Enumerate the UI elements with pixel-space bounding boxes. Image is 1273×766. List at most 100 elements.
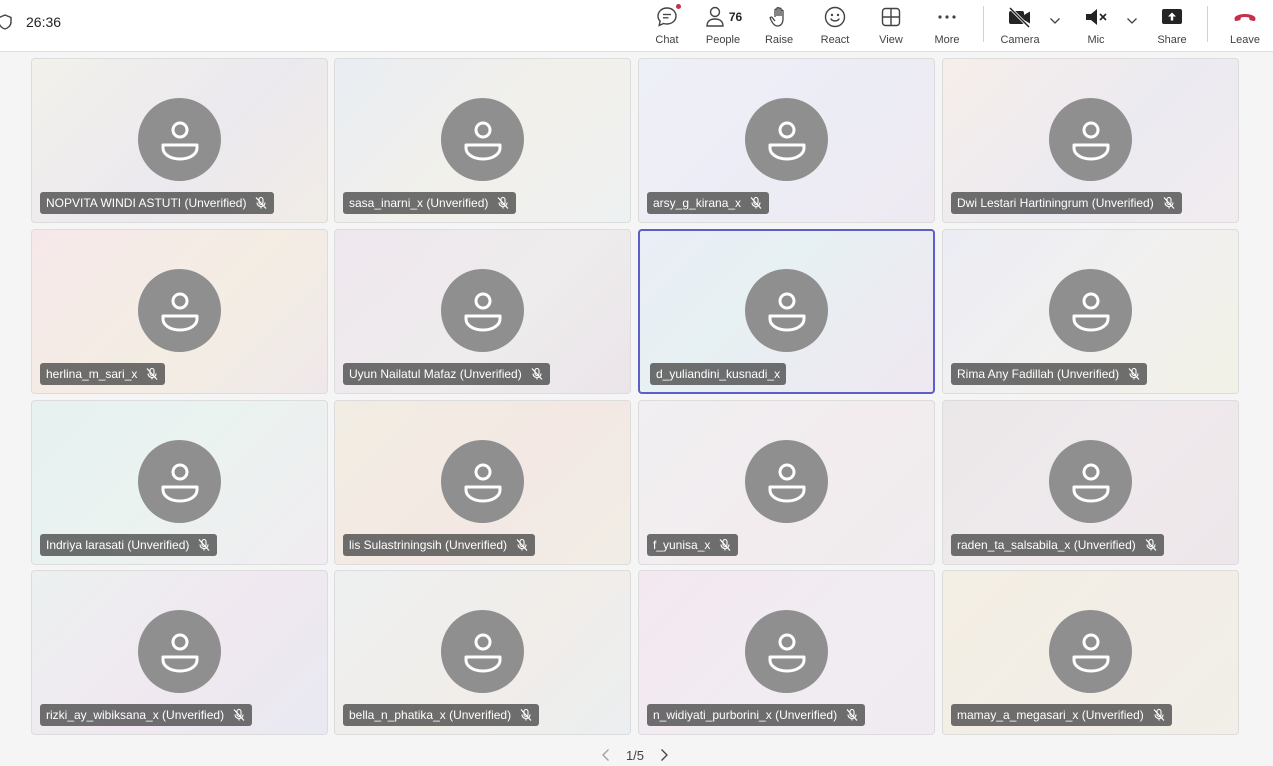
participant-tile[interactable]: Indriya larasati (Unverified) xyxy=(31,400,328,565)
avatar-icon xyxy=(138,269,221,352)
view-button[interactable]: View xyxy=(872,0,910,48)
avatar-icon xyxy=(138,98,221,181)
mic-muted-icon xyxy=(197,538,211,552)
participant-name-tag: herlina_m_sari_x xyxy=(40,363,166,385)
leave-button[interactable]: Leave xyxy=(1226,0,1264,48)
participant-name: arsy_g_kirana_x xyxy=(653,196,742,210)
chevron-right-icon[interactable] xyxy=(658,748,670,762)
shield-icon xyxy=(0,14,12,30)
participant-tile[interactable]: sasa_inarni_x (Unverified) xyxy=(334,58,631,223)
more-button[interactable]: More xyxy=(928,0,966,48)
people-count: 76 xyxy=(728,10,743,24)
avatar-icon xyxy=(1049,98,1132,181)
participant-name-tag: Indriya larasati (Unverified) xyxy=(40,534,218,556)
smiley-icon xyxy=(824,6,846,28)
avatar-icon xyxy=(441,440,524,523)
mic-muted-icon xyxy=(718,538,732,552)
hang-up-icon xyxy=(1234,14,1256,22)
participant-tile[interactable]: Dwi Lestari Hartiningrum (Unverified) xyxy=(942,58,1239,223)
participant-name: mamay_a_megasari_x (Unverified) xyxy=(957,708,1144,722)
participant-name-tag: Uyun Nailatul Mafaz (Unverified) xyxy=(343,363,550,385)
raise-hand-button[interactable]: Raise xyxy=(760,0,798,48)
share-button[interactable]: Share xyxy=(1152,0,1192,48)
participant-name: Indriya larasati (Unverified) xyxy=(46,538,190,552)
participant-tile[interactable]: Rima Any Fadillah (Unverified) xyxy=(942,229,1239,394)
people-label: People xyxy=(705,34,741,46)
raise-hand-icon xyxy=(769,6,784,27)
avatar-icon xyxy=(441,269,524,352)
participant-name-tag: rizki_ay_wibiksana_x (Unverified) xyxy=(40,704,253,726)
chat-button[interactable]: Chat xyxy=(648,0,686,48)
participant-name: lis Sulastriningsih (Unverified) xyxy=(349,538,508,552)
participant-name: Dwi Lestari Hartiningrum (Unverified) xyxy=(957,196,1154,210)
avatar-icon xyxy=(1049,610,1132,693)
participant-name: NOPVITA WINDI ASTUTI (Unverified) xyxy=(46,196,247,210)
participant-name-tag: sasa_inarni_x (Unverified) xyxy=(343,192,517,214)
toolbar-divider xyxy=(1207,6,1208,42)
camera-button[interactable]: Camera xyxy=(998,0,1042,48)
participant-tile[interactable]: NOPVITA WINDI ASTUTI (Unverified) xyxy=(31,58,328,223)
share-label: Share xyxy=(1157,34,1187,46)
avatar-icon xyxy=(441,98,524,181)
more-label: More xyxy=(934,34,960,46)
avatar-icon xyxy=(1049,440,1132,523)
camera-options-chevron-icon[interactable] xyxy=(1048,14,1062,28)
mic-muted-icon xyxy=(845,708,859,722)
camera-label: Camera xyxy=(1000,34,1040,46)
participant-tile[interactable]: mamay_a_megasari_x (Unverified) xyxy=(942,570,1239,735)
participant-name-tag: d_yuliandini_kusnadi_x xyxy=(650,363,787,385)
mic-muted-icon xyxy=(145,367,159,381)
participant-name: raden_ta_salsabila_x (Unverified) xyxy=(957,538,1136,552)
participant-name-tag: raden_ta_salsabila_x (Unverified) xyxy=(951,534,1164,556)
participant-name-tag: lis Sulastriningsih (Unverified) xyxy=(343,534,536,556)
participant-name-tag: f_yunisa_x xyxy=(647,534,739,556)
participant-tile[interactable]: d_yuliandini_kusnadi_x xyxy=(638,229,935,394)
avatar-icon xyxy=(745,610,828,693)
camera-off-icon xyxy=(1008,6,1031,29)
participant-tile[interactable]: n_widiyati_purborini_x (Unverified) xyxy=(638,570,935,735)
timer-text: 26:36 xyxy=(26,14,62,30)
grid-view-icon xyxy=(881,7,901,27)
pagination: 1/5 xyxy=(600,744,670,766)
chat-label: Chat xyxy=(655,34,679,46)
mic-muted-icon xyxy=(749,196,763,210)
speaker-muted-icon xyxy=(1086,9,1107,25)
view-label: View xyxy=(879,34,903,46)
mic-muted-icon xyxy=(1127,367,1141,381)
participant-tile[interactable]: lis Sulastriningsih (Unverified) xyxy=(334,400,631,565)
mic-muted-icon xyxy=(1144,538,1158,552)
mic-muted-icon xyxy=(1162,196,1176,210)
participant-tile[interactable]: arsy_g_kirana_x xyxy=(638,58,935,223)
participant-name-tag: bella_n_phatika_x (Unverified) xyxy=(343,704,540,726)
meeting-toolbar: 26:36 Chat 76 People Raise React View Mo… xyxy=(0,0,1273,52)
chevron-left-icon[interactable] xyxy=(600,748,612,762)
participant-name: herlina_m_sari_x xyxy=(46,367,138,381)
participant-tile[interactable]: bella_n_phatika_x (Unverified) xyxy=(334,570,631,735)
mic-button[interactable]: Mic xyxy=(1078,0,1114,48)
react-button[interactable]: React xyxy=(816,0,854,48)
participant-name: n_widiyati_purborini_x (Unverified) xyxy=(653,708,838,722)
chat-notification-dot xyxy=(675,3,682,10)
avatar-icon xyxy=(745,269,828,352)
participant-tile[interactable]: f_yunisa_x xyxy=(638,400,935,565)
mic-muted-icon xyxy=(1152,708,1166,722)
leave-label: Leave xyxy=(1230,34,1260,46)
participant-name: f_yunisa_x xyxy=(653,538,711,552)
avatar-icon xyxy=(745,98,828,181)
avatar-icon xyxy=(138,610,221,693)
participant-name: sasa_inarni_x (Unverified) xyxy=(349,196,489,210)
participant-tile[interactable]: herlina_m_sari_x xyxy=(31,229,328,394)
mic-muted-icon xyxy=(254,196,268,210)
participant-tile[interactable]: rizki_ay_wibiksana_x (Unverified) xyxy=(31,570,328,735)
participant-name: d_yuliandini_kusnadi_x xyxy=(656,367,781,381)
participant-tile[interactable]: Uyun Nailatul Mafaz (Unverified) xyxy=(334,229,631,394)
people-button[interactable]: 76 People xyxy=(700,0,746,48)
mic-options-chevron-icon[interactable] xyxy=(1125,14,1139,28)
page-indicator: 1/5 xyxy=(625,747,645,763)
mic-muted-icon xyxy=(519,708,533,722)
participant-name-tag: mamay_a_megasari_x (Unverified) xyxy=(951,704,1172,726)
participant-name: Rima Any Fadillah (Unverified) xyxy=(957,367,1120,381)
participant-name-tag: Dwi Lestari Hartiningrum (Unverified) xyxy=(951,192,1182,214)
participant-tile[interactable]: raden_ta_salsabila_x (Unverified) xyxy=(942,400,1239,565)
participant-name-tag: n_widiyati_purborini_x (Unverified) xyxy=(647,704,866,726)
